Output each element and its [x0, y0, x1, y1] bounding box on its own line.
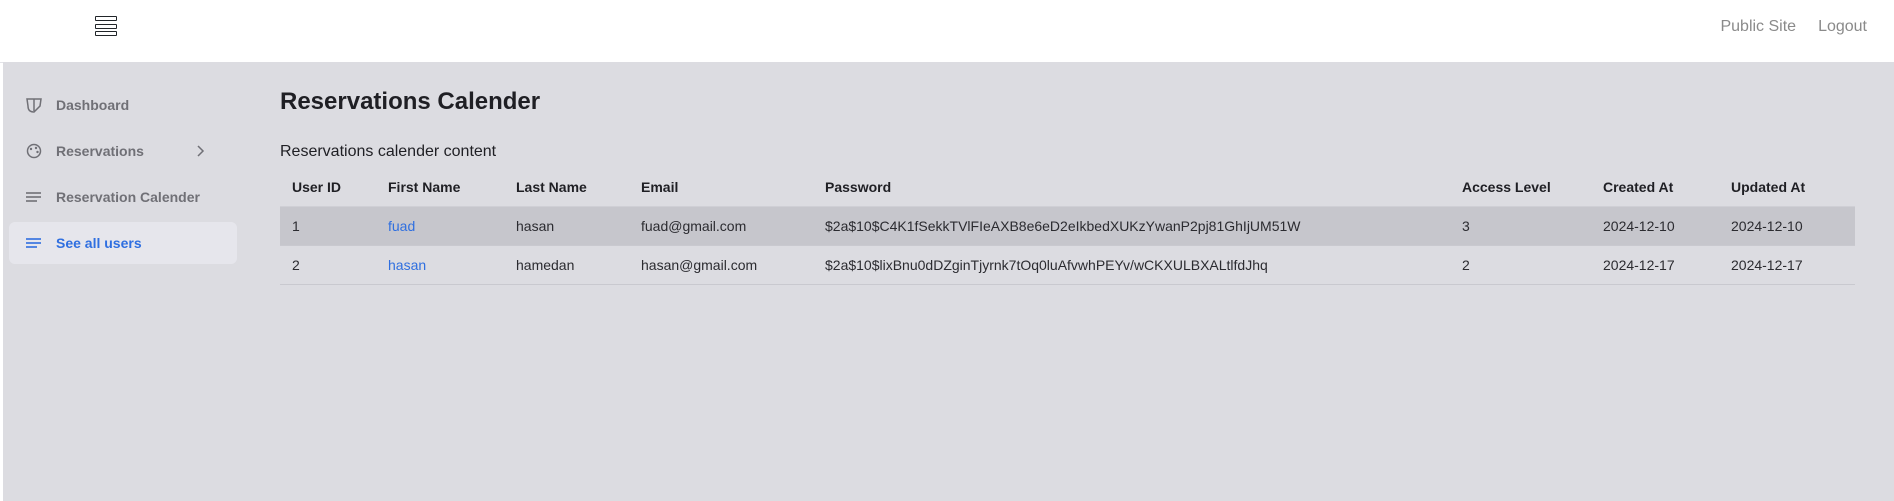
- sidebar-item-label: Reservation Calender: [56, 189, 200, 205]
- sidebar-item-see-all-users[interactable]: See all users: [9, 222, 237, 264]
- column-header: First Name: [376, 168, 504, 207]
- first-name-link[interactable]: fuad: [388, 218, 415, 234]
- cell-first-name: hasan: [376, 245, 504, 285]
- page-title: Reservations Calender: [280, 88, 541, 115]
- cell-first-name: fuad: [376, 206, 504, 246]
- column-header: Updated At: [1719, 168, 1855, 207]
- top-navbar: Public Site Logout: [0, 0, 1894, 63]
- table-header-row: User ID First Name Last Name Email Passw…: [280, 168, 1855, 207]
- cell-user-id: 2: [280, 245, 376, 285]
- top-links: Public Site Logout: [1720, 18, 1867, 36]
- table-row[interactable]: 2 hasan hamedan hasan@gmail.com $2a$10$l…: [280, 245, 1855, 285]
- sidebar-item-label: Reservations: [56, 143, 144, 159]
- cell-email: fuad@gmail.com: [629, 206, 813, 246]
- cell-password: $2a$10$lixBnu0dDZginTjyrnk7tOq0luAfvwhPE…: [813, 245, 1450, 285]
- table-row[interactable]: 1 fuad hasan fuad@gmail.com $2a$10$C4K1f…: [280, 206, 1855, 246]
- cell-last-name: hamedan: [504, 245, 629, 285]
- column-header: Password: [813, 168, 1450, 207]
- cell-last-name: hasan: [504, 206, 629, 246]
- sidebar-item-dashboard[interactable]: Dashboard: [9, 84, 237, 126]
- public-site-link[interactable]: Public Site: [1720, 18, 1796, 36]
- sidebar-item-label: See all users: [56, 235, 142, 251]
- lines-icon: [26, 238, 41, 248]
- cell-user-id: 1: [280, 206, 376, 246]
- sidebar-item-reservation-calender[interactable]: Reservation Calender: [9, 176, 237, 218]
- column-header: Last Name: [504, 168, 629, 207]
- first-name-link[interactable]: hasan: [388, 257, 426, 273]
- sidebar-item-label: Dashboard: [56, 97, 130, 113]
- main-area: Dashboard Reservations Reservation Calen…: [3, 62, 1894, 501]
- cell-access-level: 2: [1450, 245, 1591, 285]
- logout-link[interactable]: Logout: [1818, 18, 1867, 36]
- chevron-right-icon: [197, 145, 205, 157]
- sidebar: Dashboard Reservations Reservation Calen…: [9, 84, 237, 268]
- cell-email: hasan@gmail.com: [629, 245, 813, 285]
- column-header: User ID: [280, 168, 376, 207]
- cell-updated-at: 2024-12-10: [1719, 206, 1855, 246]
- palette-icon: [26, 143, 42, 159]
- cell-updated-at: 2024-12-17: [1719, 245, 1855, 285]
- hamburger-menu-icon[interactable]: [95, 16, 117, 36]
- cell-access-level: 3: [1450, 206, 1591, 246]
- column-header: Created At: [1591, 168, 1719, 207]
- sidebar-item-reservations[interactable]: Reservations: [9, 130, 237, 172]
- dashboard-shield-icon: [26, 98, 42, 113]
- cell-password: $2a$10$C4K1fSekkTVlFIeAXB8e6eD2eIkbedXUK…: [813, 206, 1450, 246]
- main-content: Reservations Calender Reservations calen…: [280, 86, 1855, 285]
- cell-created-at: 2024-12-10: [1591, 206, 1719, 246]
- cell-created-at: 2024-12-17: [1591, 245, 1719, 285]
- page-subtitle: Reservations calender content: [280, 143, 497, 160]
- users-table: User ID First Name Last Name Email Passw…: [280, 168, 1855, 285]
- lines-icon: [26, 192, 41, 202]
- column-header: Access Level: [1450, 168, 1591, 207]
- column-header: Email: [629, 168, 813, 207]
